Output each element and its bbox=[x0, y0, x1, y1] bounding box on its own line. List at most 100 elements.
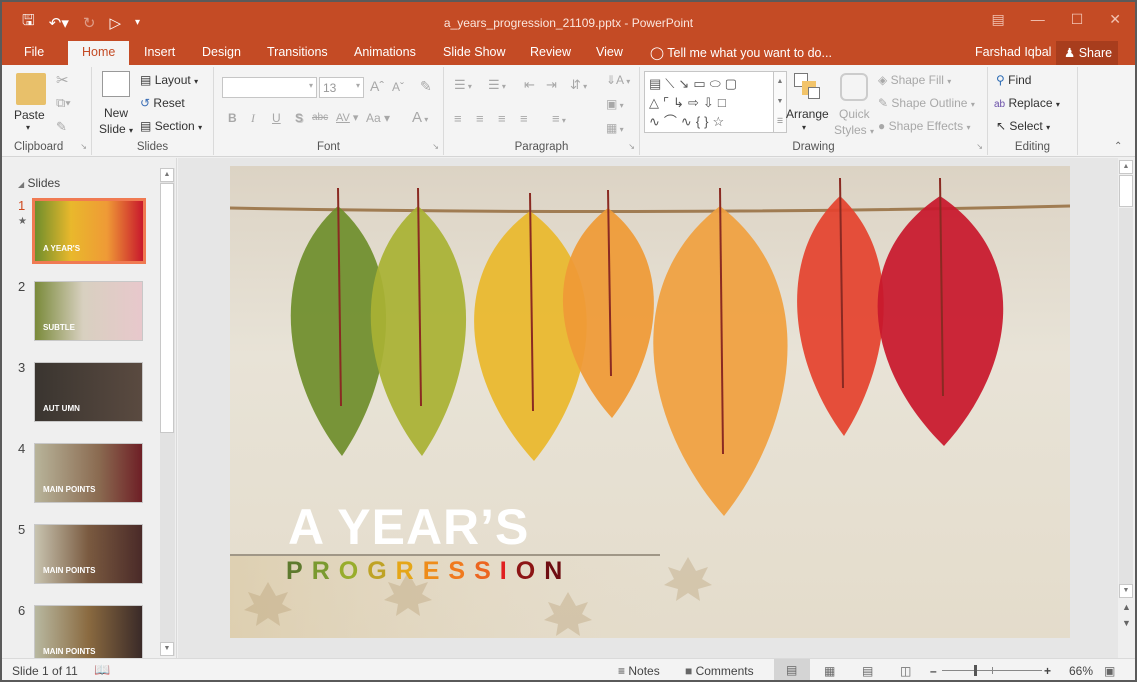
columns-icon[interactable]: ≡ ▾ bbox=[552, 111, 566, 126]
curve-icon[interactable]: ∿ bbox=[681, 114, 696, 129]
smartart-icon[interactable]: ▦ ▾ bbox=[606, 121, 624, 135]
find-button[interactable]: ⚲ Find bbox=[996, 73, 1031, 87]
font-color-button[interactable]: A ▾ bbox=[412, 109, 428, 126]
collapse-ribbon-icon[interactable]: ⌃ bbox=[1114, 141, 1122, 152]
new-slide-label-1[interactable]: New bbox=[104, 106, 128, 120]
ribbon-display-options-icon[interactable]: ▤ bbox=[991, 11, 1004, 28]
reset-button[interactable]: ↺ Reset bbox=[140, 96, 185, 110]
bold-button[interactable]: B bbox=[228, 111, 237, 125]
arrange-icon[interactable] bbox=[794, 73, 820, 99]
slide-thumbnail-image[interactable]: SUBTLE bbox=[34, 281, 143, 341]
select-button[interactable]: ↖ Select ▾ bbox=[996, 119, 1050, 133]
new-slide-button[interactable]: Slide ▾ bbox=[99, 122, 133, 136]
strikethrough-button[interactable]: abc bbox=[312, 112, 328, 123]
comments-button[interactable]: ■ Comments bbox=[685, 664, 754, 678]
shape-effects-button[interactable]: ● Shape Effects ▾ bbox=[878, 119, 970, 133]
slide-thumbnail-4[interactable]: 4 MAIN POINTS bbox=[4, 441, 164, 503]
elbow-arrow-icon[interactable]: ↳ bbox=[673, 95, 688, 110]
section-button[interactable]: ▤ Section ▾ bbox=[140, 119, 202, 133]
paste-icon[interactable] bbox=[16, 73, 46, 105]
cut-icon[interactable]: ✂ bbox=[56, 71, 69, 89]
align-right-icon[interactable]: ≡ bbox=[498, 111, 506, 126]
slide-thumbnail-3[interactable]: 3 AUT UMN bbox=[4, 360, 164, 422]
paste-dropdown-icon[interactable]: ▾ bbox=[26, 123, 30, 132]
slide-sorter-icon[interactable]: ▦ bbox=[824, 664, 835, 678]
scroll-up-icon[interactable]: ▲ bbox=[160, 168, 174, 182]
format-painter-icon[interactable]: ✎ bbox=[56, 119, 67, 135]
slide-thumbnail-image[interactable]: MAIN POINTS bbox=[34, 605, 143, 665]
align-left-icon[interactable]: ≡ bbox=[454, 111, 462, 126]
zoom-slider-thumb[interactable] bbox=[974, 665, 977, 676]
zoom-slider[interactable] bbox=[942, 665, 1042, 676]
right-brace-icon[interactable]: } bbox=[704, 114, 712, 129]
minimize-icon[interactable]: — bbox=[1031, 11, 1045, 28]
scrollbar-track[interactable] bbox=[1119, 208, 1133, 588]
maximize-icon[interactable]: ☐ bbox=[1071, 11, 1084, 28]
tab-home[interactable]: Home bbox=[68, 41, 130, 65]
italic-button[interactable]: I bbox=[251, 111, 255, 126]
rectangle-shape-icon[interactable]: ▭ bbox=[693, 76, 709, 91]
slide-thumbnail-6[interactable]: 6 MAIN POINTS bbox=[4, 603, 164, 665]
left-brace-icon[interactable]: { bbox=[696, 114, 704, 129]
slide-title[interactable]: A YEAR’S bbox=[288, 502, 529, 552]
arrange-button[interactable]: Arrange bbox=[786, 107, 829, 121]
tab-review[interactable]: Review bbox=[530, 45, 571, 59]
close-icon[interactable]: ✕ bbox=[1109, 11, 1121, 28]
next-slide-icon[interactable]: ▼ bbox=[1122, 618, 1131, 628]
normal-view-button[interactable]: ▤ bbox=[774, 659, 810, 680]
tab-slide-show[interactable]: Slide Show bbox=[443, 45, 506, 59]
quick-styles-button[interactable]: Styles ▾ bbox=[834, 123, 874, 137]
numbering-icon[interactable]: ☰ ▾ bbox=[488, 77, 506, 93]
align-text-icon[interactable]: ▣ ▾ bbox=[606, 97, 624, 111]
snip-shape-icon[interactable]: □ bbox=[718, 95, 730, 110]
slide-1[interactable]: A YEAR’S PROGRESSION bbox=[230, 166, 1070, 638]
line-shape-icon[interactable]: ⟍ bbox=[665, 76, 678, 91]
slide-show-icon[interactable]: ◫ bbox=[900, 664, 911, 678]
star-shape-icon[interactable]: ☆ bbox=[713, 114, 729, 129]
tab-file[interactable]: File bbox=[24, 45, 44, 59]
font-launcher-icon[interactable]: ↘ bbox=[432, 142, 439, 151]
down-arrow-shape-icon[interactable]: ⇩ bbox=[703, 95, 718, 110]
oval-shape-icon[interactable]: ⬭ bbox=[710, 76, 725, 91]
rounded-rect-shape-icon[interactable]: ▢ bbox=[725, 76, 741, 91]
font-size-input[interactable]: 13 ▾ bbox=[319, 77, 364, 98]
slide-thumbnail-5[interactable]: 5 MAIN POINTS bbox=[4, 522, 164, 584]
slide-thumbnail-image[interactable]: A YEAR'S bbox=[32, 198, 146, 264]
decrease-indent-icon[interactable]: ⇤ bbox=[524, 77, 535, 93]
clear-formatting-icon[interactable]: ✎ bbox=[420, 78, 432, 95]
user-name[interactable]: Farshad Iqbal bbox=[975, 45, 1051, 59]
shapes-gallery[interactable]: ▤⟍↘▭⬭▢ △⌜↳⇨⇩□ ∿⌒∿{}☆ bbox=[644, 71, 774, 133]
zoom-out-button[interactable]: – bbox=[930, 664, 937, 678]
notes-button[interactable]: ≡ Notes bbox=[618, 664, 660, 678]
layout-button[interactable]: ▤ Layout ▾ bbox=[140, 73, 198, 87]
scroll-up-icon[interactable]: ▲ bbox=[1119, 160, 1133, 174]
center-icon[interactable]: ≡ bbox=[476, 111, 484, 126]
slide-subtitle[interactable]: PROGRESSION bbox=[286, 558, 571, 584]
increase-indent-icon[interactable]: ⇥ bbox=[546, 77, 557, 93]
elbow-connector-icon[interactable]: ⌜ bbox=[663, 95, 673, 110]
slides-panel-header[interactable]: ◢ Slides bbox=[18, 176, 60, 190]
bullets-icon[interactable]: ☰ ▾ bbox=[454, 77, 472, 93]
shape-outline-button[interactable]: ✎ Shape Outline ▾ bbox=[878, 96, 975, 110]
gallery-more-icon[interactable]: ☰ bbox=[774, 112, 786, 132]
tab-insert[interactable]: Insert bbox=[144, 45, 175, 59]
zoom-in-button[interactable]: + bbox=[1044, 664, 1051, 678]
arrow-shape-icon[interactable]: ↘ bbox=[678, 76, 693, 91]
freeform-icon[interactable]: ∿ bbox=[649, 114, 664, 129]
tab-transitions[interactable]: Transitions bbox=[267, 45, 328, 59]
arrange-dropdown-icon[interactable]: ▾ bbox=[802, 123, 806, 132]
zoom-level[interactable]: 66% bbox=[1069, 664, 1093, 678]
paragraph-launcher-icon[interactable]: ↘ bbox=[628, 142, 635, 151]
fit-to-window-icon[interactable]: ▣ bbox=[1104, 664, 1115, 678]
text-direction-icon[interactable]: ⇓A ▾ bbox=[606, 73, 630, 87]
copy-icon[interactable]: ⧉▾ bbox=[56, 95, 71, 111]
font-name-input[interactable]: ▾ bbox=[222, 77, 317, 98]
tab-design[interactable]: Design bbox=[202, 45, 241, 59]
right-arrow-shape-icon[interactable]: ⇨ bbox=[688, 95, 703, 110]
textbox-shape-icon[interactable]: ▤ bbox=[649, 76, 665, 91]
arc-icon[interactable]: ⌒ bbox=[664, 114, 681, 129]
gallery-down-icon[interactable]: ▼ bbox=[774, 92, 786, 112]
triangle-shape-icon[interactable]: △ bbox=[649, 95, 663, 110]
slides-panel-scrollbar[interactable]: ▲ ▼ bbox=[160, 168, 175, 656]
clipboard-launcher-icon[interactable]: ↘ bbox=[80, 142, 87, 151]
